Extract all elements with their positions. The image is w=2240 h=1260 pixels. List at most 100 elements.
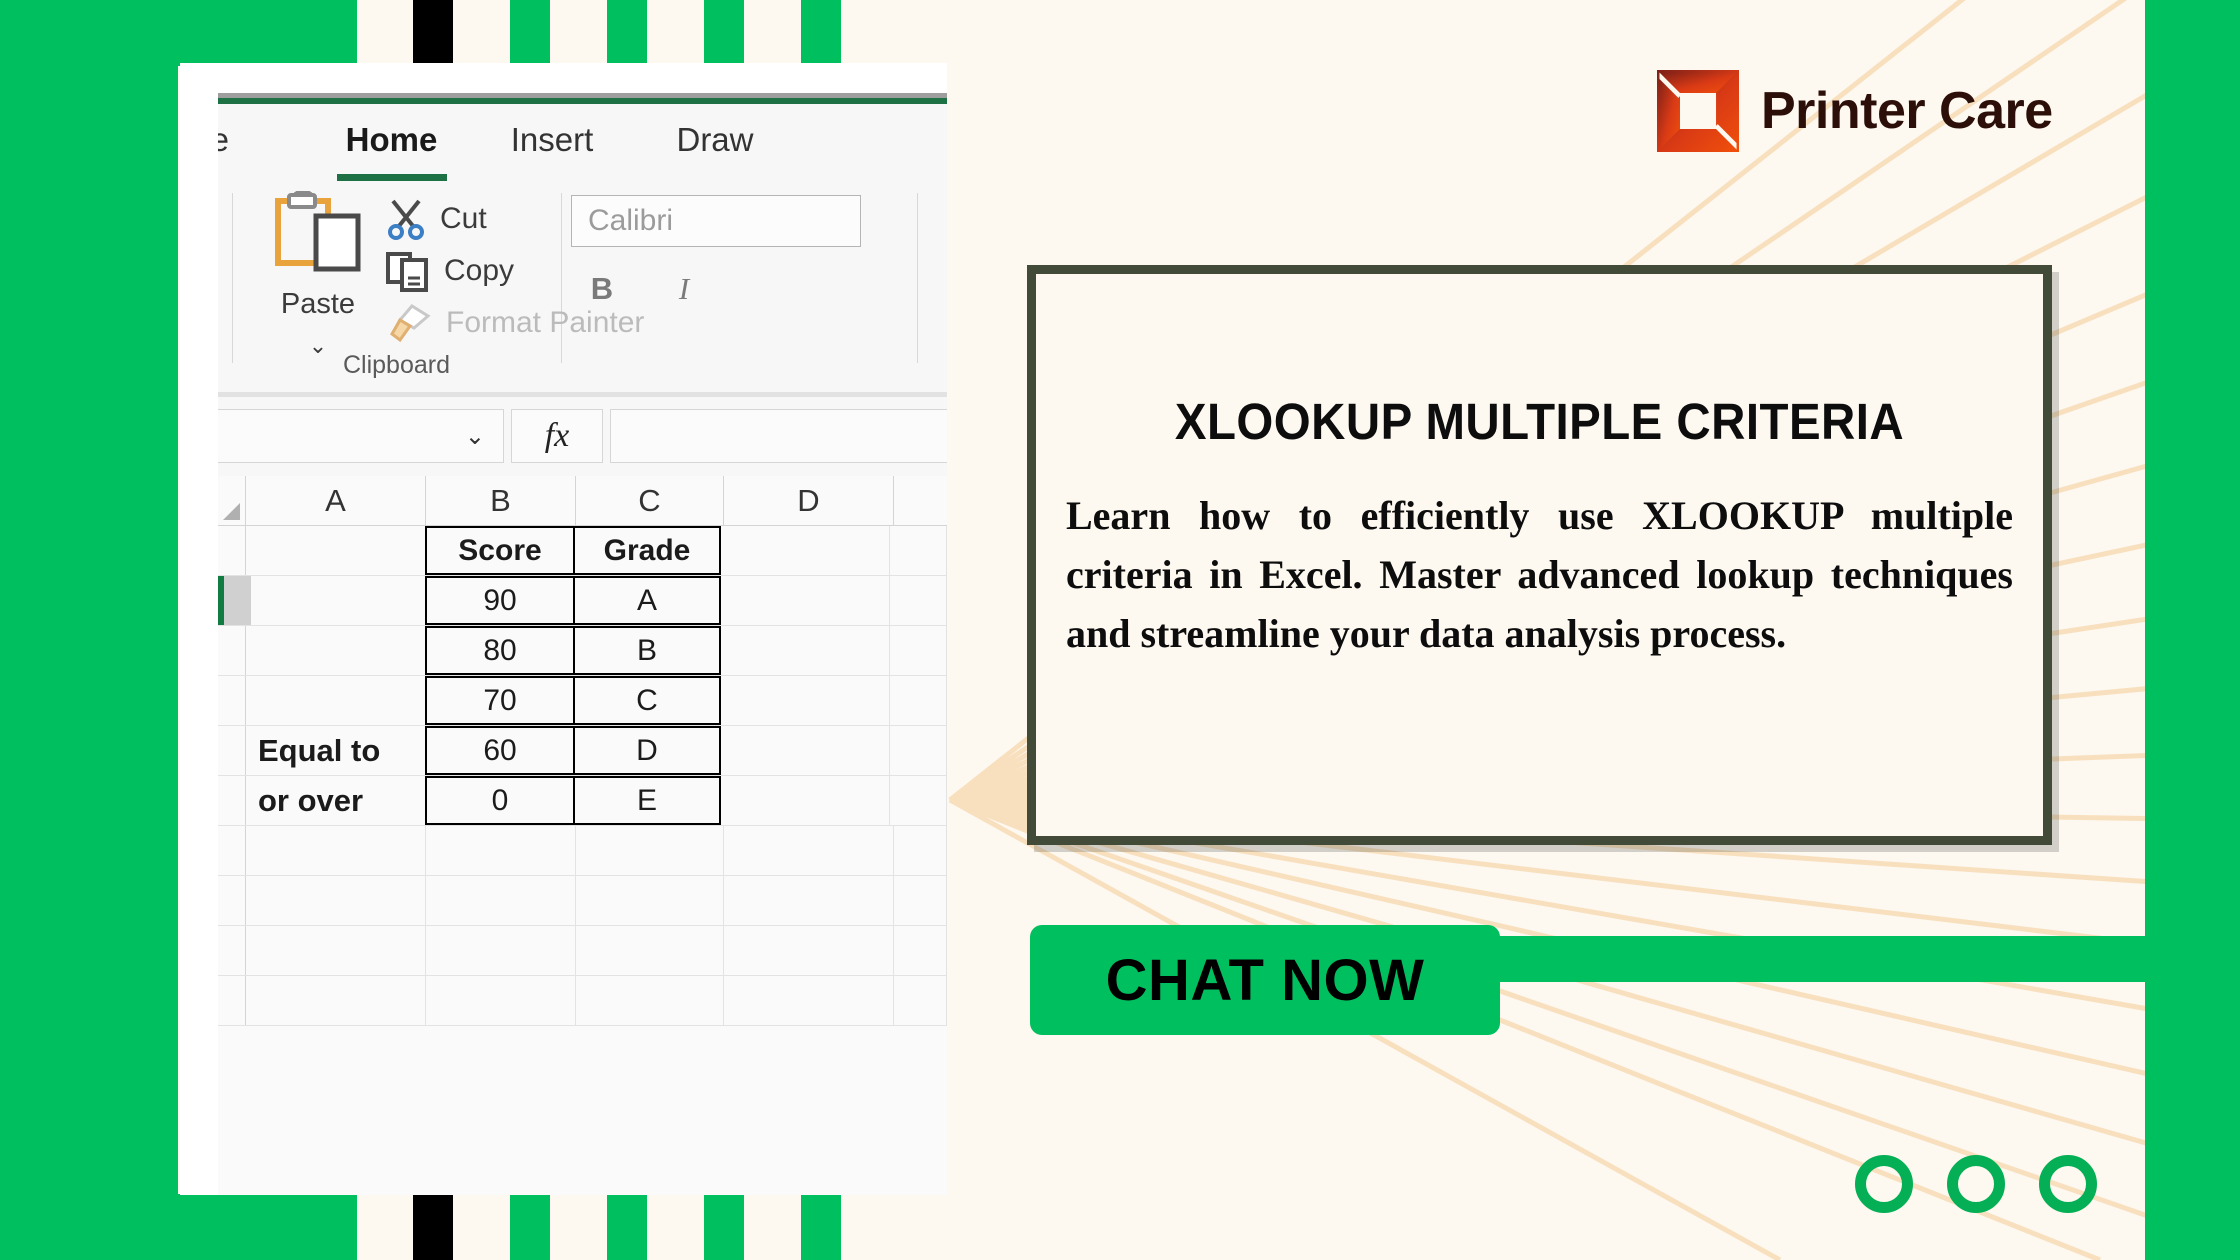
ribbon-divider-left: [232, 193, 233, 363]
cell-E3[interactable]: [890, 626, 947, 675]
paste-label: Paste: [280, 288, 356, 320]
cell-A2[interactable]: [246, 576, 426, 625]
cell-C4[interactable]: C: [573, 676, 721, 725]
cell-C6[interactable]: E: [573, 776, 721, 825]
name-box[interactable]: ⌄: [218, 409, 504, 463]
font-name-input[interactable]: Calibri: [571, 195, 861, 247]
cell-A10[interactable]: [246, 976, 426, 1025]
cell-B1[interactable]: Score: [425, 526, 575, 575]
cell-B6[interactable]: 0: [425, 776, 575, 825]
cell-B9[interactable]: [426, 926, 576, 975]
carousel-dot-2[interactable]: [1947, 1155, 2005, 1213]
row-header-2[interactable]: [218, 576, 251, 625]
carousel-dot-3[interactable]: [2039, 1155, 2097, 1213]
cell-D2[interactable]: [720, 576, 890, 625]
insert-function-button[interactable]: fx: [511, 409, 603, 463]
cell-A7[interactable]: [246, 826, 426, 875]
tab-insert[interactable]: Insert: [469, 121, 635, 159]
cell-D3[interactable]: [720, 626, 890, 675]
cell-A6[interactable]: or over: [246, 776, 426, 825]
cell-D1[interactable]: [720, 526, 890, 575]
callout-box: XLOOKUP MULTIPLE CRITERIA Learn how to e…: [1027, 265, 2052, 845]
paste-button[interactable]: Paste ⌄: [258, 189, 378, 357]
tab-file[interactable]: ile: [218, 121, 314, 159]
stripe-bottom-7: [647, 1194, 704, 1260]
cell-C7[interactable]: [576, 826, 724, 875]
chat-now-button[interactable]: CHAT NOW: [1030, 925, 1500, 1035]
cell-E2[interactable]: [890, 576, 947, 625]
cell-B7[interactable]: [426, 826, 576, 875]
cell-D6[interactable]: [720, 776, 890, 825]
cell-C10[interactable]: [576, 976, 724, 1025]
cell-E7[interactable]: [894, 826, 947, 875]
cell-B4[interactable]: 70: [425, 676, 575, 725]
stripe-top-4: [510, 0, 550, 66]
cell-B8[interactable]: [426, 876, 576, 925]
cell-E5[interactable]: [890, 726, 947, 775]
excel-screenshot-card: ile Home Insert Draw: [180, 63, 947, 1195]
cell-E4[interactable]: [890, 676, 947, 725]
callout-title: XLOOKUP MULTIPLE CRITERIA: [1174, 393, 1905, 450]
name-box-caret-icon[interactable]: ⌄: [465, 422, 485, 451]
callout-body: Learn how to efficiently use XLOOKUP mul…: [1066, 493, 2013, 656]
brand-logo: Printer Care: [1657, 70, 2053, 152]
cell-D7[interactable]: [724, 826, 894, 875]
row-header-10[interactable]: [218, 976, 246, 1025]
cell-C5[interactable]: D: [573, 726, 721, 775]
cell-C3[interactable]: B: [573, 626, 721, 675]
row-header-5[interactable]: [218, 726, 246, 775]
cell-E1[interactable]: [890, 526, 947, 575]
formula-input[interactable]: [610, 409, 947, 463]
cell-D4[interactable]: [720, 676, 890, 725]
cell-E6[interactable]: [890, 776, 947, 825]
stripe-top-6: [607, 0, 647, 66]
column-header-c[interactable]: C: [576, 476, 724, 526]
bold-button[interactable]: B: [585, 271, 619, 307]
cell-D5[interactable]: [720, 726, 890, 775]
cell-A9[interactable]: [246, 926, 426, 975]
row-header-6[interactable]: [218, 776, 246, 825]
cell-C8[interactable]: [576, 876, 724, 925]
cell-A5[interactable]: Equal to: [246, 726, 426, 775]
row-header-4[interactable]: [218, 676, 246, 725]
row-header-9[interactable]: [218, 926, 246, 975]
tab-draw[interactable]: Draw: [635, 121, 795, 159]
cell-D9[interactable]: [724, 926, 894, 975]
cell-A1[interactable]: [246, 526, 426, 575]
format-painter-icon: [390, 304, 431, 343]
table-row: [218, 826, 947, 876]
column-header-b[interactable]: B: [426, 476, 576, 526]
cell-E9[interactable]: [894, 926, 947, 975]
stripe-bottom-1: [357, 1194, 413, 1260]
cell-D8[interactable]: [724, 876, 894, 925]
row-header-7[interactable]: [218, 826, 246, 875]
stripe-bottom-10: [801, 1194, 841, 1260]
stripe-top-3: [453, 0, 510, 66]
row-header-3[interactable]: [218, 626, 246, 675]
cell-D10[interactable]: [724, 976, 894, 1025]
font-style-buttons: B I: [571, 271, 861, 307]
cell-C1[interactable]: Grade: [573, 526, 721, 575]
column-header-d[interactable]: D: [724, 476, 894, 526]
cell-E8[interactable]: [894, 876, 947, 925]
select-all-triangle-icon: [223, 503, 240, 520]
cell-C2[interactable]: A: [573, 576, 721, 625]
cell-B10[interactable]: [426, 976, 576, 1025]
cell-A8[interactable]: [246, 876, 426, 925]
cell-A4[interactable]: [246, 676, 426, 725]
select-all-corner[interactable]: [218, 476, 246, 526]
scissors-icon: [388, 199, 424, 240]
row-header-1[interactable]: [218, 526, 246, 575]
cell-B5[interactable]: 60: [425, 726, 575, 775]
italic-button[interactable]: I: [667, 271, 701, 307]
row-header-8[interactable]: [218, 876, 246, 925]
cell-C9[interactable]: [576, 926, 724, 975]
table-row: or over 0 E: [218, 776, 947, 826]
column-header-a[interactable]: A: [246, 476, 426, 526]
cell-A3[interactable]: [246, 626, 426, 675]
tab-home[interactable]: Home: [314, 121, 469, 181]
cell-E10[interactable]: [894, 976, 947, 1025]
cell-B2[interactable]: 90: [425, 576, 575, 625]
carousel-dot-1[interactable]: [1855, 1155, 1913, 1213]
cell-B3[interactable]: 80: [425, 626, 575, 675]
